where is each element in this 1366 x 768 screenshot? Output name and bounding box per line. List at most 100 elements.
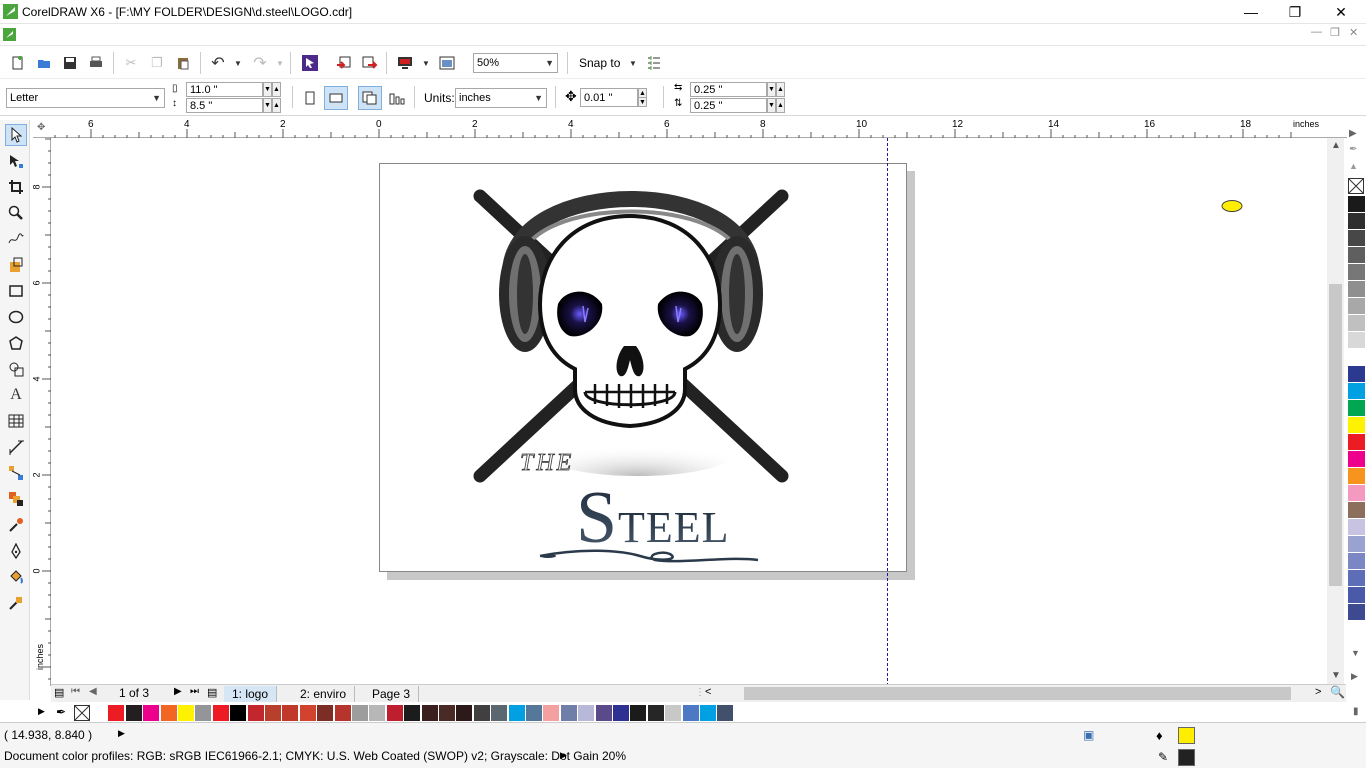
zoom-navigator-icon[interactable]: 🔍 xyxy=(1330,685,1345,699)
fill-tool-icon[interactable] xyxy=(5,566,27,588)
doc-palette-swatch[interactable] xyxy=(473,705,491,721)
options-icon[interactable] xyxy=(644,53,664,73)
doc-palette-swatch[interactable] xyxy=(334,705,352,721)
no-color-swatch[interactable] xyxy=(74,705,90,721)
palette-swatch[interactable] xyxy=(1348,349,1365,366)
palette-swatch[interactable] xyxy=(1348,485,1365,502)
doc-palette-swatch[interactable] xyxy=(247,705,265,721)
palette-swatch[interactable] xyxy=(1348,213,1365,230)
palette-swatch[interactable] xyxy=(1348,604,1365,621)
hscroll-thumb[interactable] xyxy=(744,687,1291,700)
doc-palette-swatch[interactable] xyxy=(195,705,213,721)
polygon-tool-icon[interactable] xyxy=(5,332,27,354)
palette-swatch[interactable] xyxy=(1348,536,1365,553)
palette-scroll-down-icon[interactable]: ▼ xyxy=(1351,648,1360,658)
last-page-icon[interactable]: ⏭ xyxy=(190,686,199,697)
nudge-down-icon[interactable]: ▼ xyxy=(638,97,647,107)
palette-swatch[interactable] xyxy=(1348,230,1365,247)
coords-menu-icon[interactable]: ▶ xyxy=(118,728,125,739)
dup-y-spinner-icon[interactable]: ▼ xyxy=(767,98,776,113)
basic-shapes-tool-icon[interactable] xyxy=(5,358,27,380)
minimize-button[interactable]: — xyxy=(1228,0,1274,24)
palette-expand-icon[interactable]: ▮ xyxy=(1353,706,1359,717)
paper-height-field[interactable]: 8.5 " xyxy=(186,98,263,113)
doc-palette-swatch[interactable] xyxy=(717,705,735,721)
current-page-icon[interactable] xyxy=(387,88,407,108)
color-profiles-text[interactable]: Document color profiles: RGB: sRGB IEC61… xyxy=(4,749,626,763)
undo-icon[interactable]: ↶ xyxy=(208,53,228,73)
import-icon[interactable] xyxy=(334,53,354,73)
restore-button[interactable]: ❐ xyxy=(1272,0,1318,24)
zoom-levels-combo[interactable]: 50% ▼ xyxy=(473,53,558,73)
doc-palette-swatch[interactable] xyxy=(143,705,161,721)
table-tool-icon[interactable] xyxy=(5,410,27,432)
landscape-icon[interactable] xyxy=(324,86,348,110)
redo-icon[interactable]: ↷ xyxy=(250,53,270,73)
doc-palette-swatch[interactable] xyxy=(369,705,387,721)
height-spinner-icon[interactable]: ▼ xyxy=(263,98,272,113)
text-tool-icon[interactable]: A xyxy=(5,384,27,406)
copy-icon[interactable]: ❐ xyxy=(147,53,167,73)
paper-size-combo[interactable]: Letter ▼ xyxy=(6,88,165,108)
vertical-ruler[interactable]: 8 6 4 2 0 inches xyxy=(32,138,51,686)
blend-tool-icon[interactable] xyxy=(5,488,27,510)
doc-palette-swatch[interactable] xyxy=(595,705,613,721)
horizontal-ruler[interactable]: ✥ 6 4 2 0 2 4 6 8 10 12 14 16 18 inches xyxy=(33,117,1347,138)
palette-swatch[interactable] xyxy=(1348,570,1365,587)
print-icon[interactable] xyxy=(86,53,106,73)
portrait-icon[interactable] xyxy=(300,88,320,108)
yellow-ellipse-object[interactable] xyxy=(1220,198,1244,214)
units-combo[interactable]: inches ▼ xyxy=(455,88,547,108)
all-pages-icon[interactable] xyxy=(358,86,382,110)
doc-palette-swatch[interactable] xyxy=(508,705,526,721)
ellipse-tool-icon[interactable] xyxy=(5,306,27,328)
doc-palette-swatch[interactable] xyxy=(647,705,665,721)
connector-tool-icon[interactable] xyxy=(5,462,27,484)
add-page-after-icon[interactable]: ▤ xyxy=(207,686,217,699)
fill-color-swatch[interactable] xyxy=(1178,727,1195,744)
dimension-tool-icon[interactable] xyxy=(5,436,27,458)
new-document-icon[interactable] xyxy=(8,53,28,73)
doc-palette-swatch[interactable] xyxy=(352,705,369,721)
scroll-up-icon[interactable]: ▲ xyxy=(1331,140,1341,151)
snap-to-button[interactable]: Snap to xyxy=(579,56,620,70)
doc-palette-swatch[interactable] xyxy=(108,705,126,721)
doc-palette-swatch[interactable] xyxy=(526,705,543,721)
zoom-tool-icon[interactable] xyxy=(5,202,27,224)
doc-palette-swatch[interactable] xyxy=(125,705,143,721)
profiles-menu-icon[interactable]: ▶ xyxy=(560,750,567,761)
doc-palette-swatch[interactable] xyxy=(613,705,630,721)
doc-palette-swatch[interactable] xyxy=(282,705,300,721)
doc-palette-swatch[interactable] xyxy=(439,705,456,721)
dup-y-spinner-up-icon[interactable]: ▲ xyxy=(776,98,785,113)
ruler-origin-icon[interactable]: ✥ xyxy=(37,122,45,133)
cut-icon[interactable]: ✂ xyxy=(121,53,141,73)
hscroll-left-icon[interactable]: < xyxy=(705,686,711,698)
palette-swatch[interactable] xyxy=(1348,383,1365,400)
paste-icon[interactable] xyxy=(173,53,193,73)
eyedropper-palette-icon[interactable]: ✒ xyxy=(1349,144,1357,155)
height-spinner-up-icon[interactable]: ▲ xyxy=(272,98,281,113)
launcher-dropdown-icon[interactable]: ▼ xyxy=(416,53,436,73)
palette-swatch[interactable] xyxy=(1348,502,1365,519)
palette-swatch[interactable] xyxy=(1348,587,1365,604)
doc-palette-swatch[interactable] xyxy=(682,705,700,721)
doc-palette-swatch[interactable] xyxy=(578,705,596,721)
palette-swatch[interactable] xyxy=(1348,400,1365,417)
doc-close-icon[interactable]: ✕ xyxy=(1349,26,1358,39)
search-content-icon[interactable] xyxy=(300,53,320,73)
first-page-icon[interactable]: ⏮ xyxy=(71,686,80,697)
dup-x-spinner-icon[interactable]: ▼ xyxy=(767,82,776,97)
palette-swatch[interactable] xyxy=(1348,434,1365,451)
doc-palette-swatch[interactable] xyxy=(265,705,282,721)
palette-swatch[interactable] xyxy=(1348,298,1365,315)
drawing-canvas[interactable]: THE S TEEL xyxy=(51,138,1327,686)
prev-page-icon[interactable]: ◀ xyxy=(89,686,97,697)
duplicate-x-field[interactable]: 0.25 " xyxy=(690,82,767,97)
palette-menu-icon[interactable]: ▶ xyxy=(1351,671,1358,682)
smart-fill-tool-icon[interactable] xyxy=(5,254,27,276)
palette-swatch[interactable] xyxy=(1348,468,1365,485)
splitter-handle[interactable]: ⋮ xyxy=(695,687,705,698)
width-spinner-icon[interactable]: ▼ xyxy=(263,82,272,97)
drawing-page[interactable]: THE S TEEL xyxy=(379,163,907,572)
